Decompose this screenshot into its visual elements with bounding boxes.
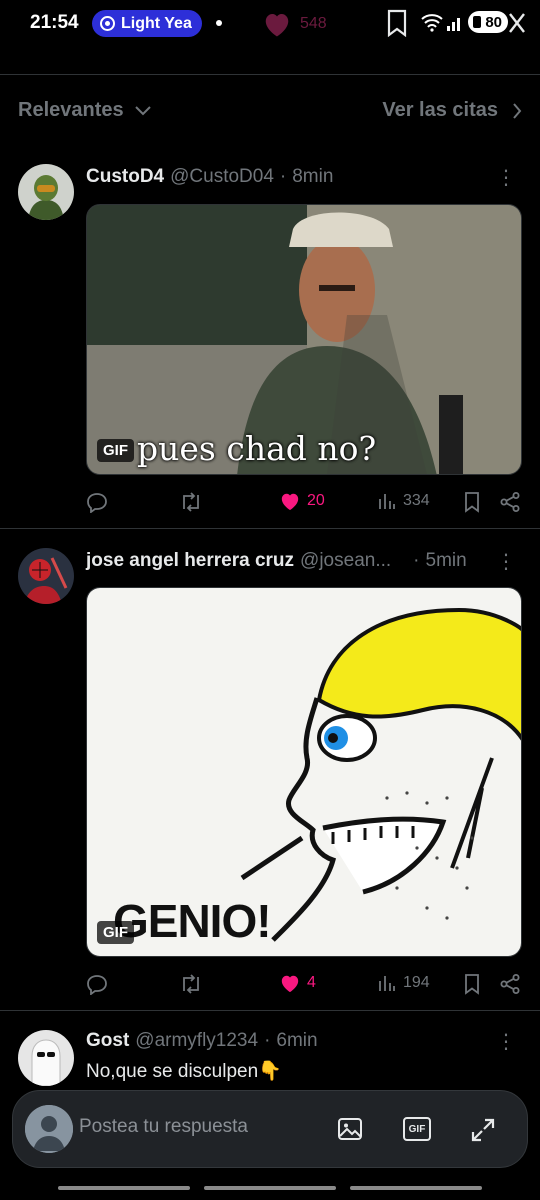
gif-button[interactable]: GIF [403, 1117, 431, 1141]
tweet-header: CustoD4 @CustoD04 · 8min [86, 166, 333, 188]
bookmark-icon [465, 974, 479, 995]
share-icon [500, 492, 520, 512]
avatar[interactable] [18, 1030, 74, 1086]
media-caption: GENIO! [113, 895, 272, 947]
tweet[interactable]: jose angel herrera cruz @josean... · 5mi… [0, 544, 540, 1009]
more-options-icon[interactable]: ⋮ [496, 168, 516, 188]
reply-composer: GIF [12, 1090, 528, 1168]
bookmark-icon [465, 492, 479, 513]
gif-badge: GIF [97, 921, 134, 944]
tweet-media-gif[interactable]: GENIO! GIF [86, 587, 522, 957]
tweet[interactable]: CustoD4 @CustoD04 · 8min ⋮ pues chad no?… [0, 160, 540, 530]
username[interactable]: @CustoD04 [170, 166, 274, 188]
divider [0, 528, 540, 529]
bookmark-icon[interactable] [386, 9, 408, 37]
view-count: 334 [403, 492, 430, 509]
view-quotes-link[interactable]: Ver las citas [382, 99, 522, 122]
display-name[interactable]: CustoD4 [86, 166, 164, 188]
nav-segment[interactable] [58, 1186, 190, 1190]
notification-dot [216, 20, 222, 26]
heart-filled-icon [281, 493, 299, 511]
heart-filled-icon [281, 975, 299, 993]
tweet-text: No,que se disculpen👇 [86, 1061, 282, 1082]
tweet-header: Gost @armyfly1234 · 6min [86, 1030, 318, 1052]
reply-button[interactable] [86, 491, 108, 513]
system-nav-bar [0, 1186, 540, 1192]
divider [0, 1010, 540, 1011]
view-count: 194 [403, 974, 430, 991]
sort-row: Relevantes Ver las citas [0, 95, 540, 127]
bookmark-button[interactable] [463, 491, 481, 513]
image-icon[interactable] [337, 1116, 363, 1142]
display-name[interactable]: Gost [86, 1030, 129, 1052]
avatar-image [18, 164, 74, 220]
separator: · [413, 550, 420, 571]
app-pill[interactable]: Light Yea [92, 10, 202, 37]
timestamp: 8min [292, 166, 334, 187]
signal-icon [447, 18, 460, 31]
gif-label: GIF [408, 1123, 426, 1135]
sort-dropdown[interactable]: Relevantes [18, 99, 152, 122]
divider [0, 74, 540, 75]
views-button[interactable]: 334 [377, 491, 430, 511]
like-button[interactable]: 4 [279, 973, 316, 993]
repost-button[interactable] [178, 491, 204, 513]
status-bar: 21:54 Light Yea 548 80 [0, 0, 540, 48]
reply-icon [87, 493, 107, 513]
default-avatar-icon [25, 1105, 73, 1153]
analytics-icon [379, 976, 395, 991]
views-button[interactable]: 194 [377, 973, 430, 993]
timestamp: 6min [276, 1030, 318, 1051]
reply-button[interactable] [86, 973, 108, 995]
avatar [25, 1105, 73, 1153]
bookmark-button[interactable] [463, 973, 481, 995]
tweet-actions: 20 334 [86, 491, 526, 519]
app-pill-label: Light Yea [121, 14, 192, 32]
heart-icon[interactable] [262, 10, 292, 38]
like-button[interactable]: 20 [279, 491, 325, 511]
view-quotes-label: Ver las citas [382, 99, 498, 121]
chevron-right-icon [513, 102, 522, 119]
target-icon [100, 16, 115, 31]
display-name[interactable]: jose angel herrera cruz [86, 550, 294, 572]
share-button[interactable] [499, 491, 521, 513]
analytics-icon [379, 494, 395, 509]
status-like-count: 548 [300, 15, 327, 32]
reply-input[interactable] [79, 1116, 309, 1138]
avatar-image [18, 548, 74, 604]
more-options-icon[interactable]: ⋮ [496, 552, 516, 572]
like-count: 20 [307, 492, 325, 509]
repost-icon [183, 492, 199, 512]
repost-icon [183, 974, 199, 994]
nav-segment[interactable] [350, 1186, 482, 1190]
gif-badge: GIF [97, 439, 134, 462]
like-count: 4 [307, 974, 316, 991]
nav-segment[interactable] [204, 1186, 336, 1190]
tweet[interactable]: Gost @armyfly1234 · 6min ⋮ No,que se dis… [0, 1026, 540, 1086]
share-button[interactable] [499, 973, 521, 995]
media-caption: pues chad no? [137, 429, 377, 468]
avatar-image [18, 1030, 74, 1086]
tweet-actions: 4 194 [86, 973, 526, 1001]
wifi-icon [421, 14, 443, 32]
share-icon [500, 974, 520, 994]
separator: · [279, 166, 287, 187]
separator: · [264, 1030, 271, 1051]
repost-button[interactable] [178, 973, 204, 995]
timestamp: 5min [425, 550, 467, 571]
username[interactable]: @armyfly1234 [135, 1030, 258, 1052]
status-time: 21:54 [30, 12, 79, 33]
reply-icon [87, 975, 107, 995]
avatar[interactable] [18, 164, 74, 220]
expand-icon[interactable] [469, 1116, 497, 1144]
close-icon[interactable] [506, 8, 528, 38]
chevron-down-icon [134, 105, 151, 115]
username[interactable]: @josean... [300, 550, 391, 572]
tweet-header: jose angel herrera cruz @josean... · 5mi… [86, 550, 467, 572]
tweet-media-gif[interactable]: pues chad no? GIF [86, 204, 522, 475]
sort-label: Relevantes [18, 99, 124, 121]
avatar[interactable] [18, 548, 74, 604]
battery-indicator: 80 [468, 11, 508, 33]
more-options-icon[interactable]: ⋮ [496, 1032, 516, 1052]
